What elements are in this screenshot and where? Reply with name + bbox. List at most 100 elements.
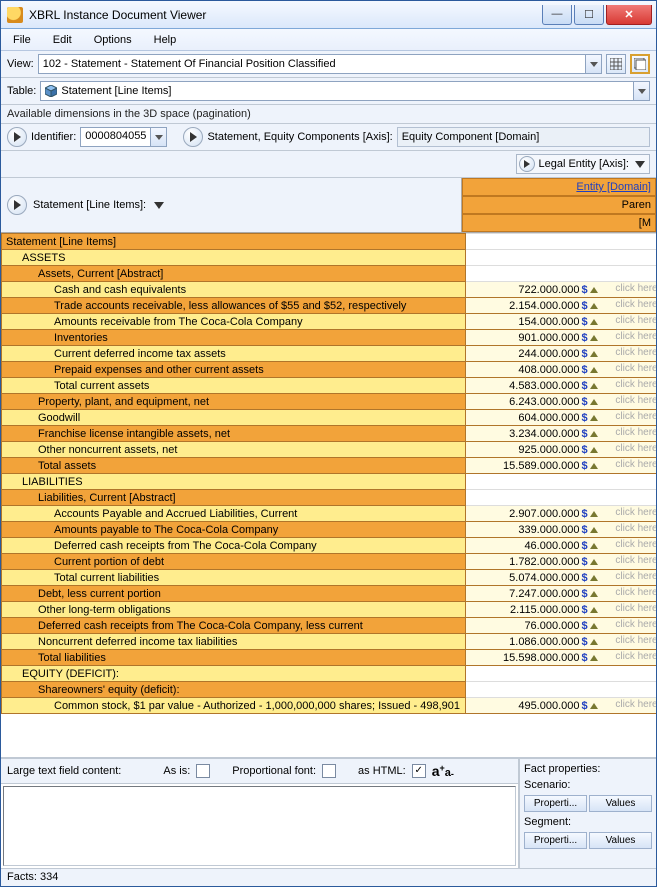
row-label-cell[interactable]: Trade accounts receivable, less allowanc… [2,298,466,314]
entity-domain-header[interactable]: Entity [Domain] [462,178,656,196]
value-cell[interactable]: 1.782.000.000$click here [466,554,656,570]
row-label-cell[interactable]: Total current liabilities [2,570,466,586]
row-label-cell[interactable]: Other noncurrent assets, net [2,442,466,458]
row-label-cell[interactable]: Noncurrent deferred income tax liabiliti… [2,634,466,650]
grid-mode-1-button[interactable] [606,54,626,74]
row-label-cell[interactable]: Inventories [2,330,466,346]
value-cell[interactable]: 76.000.000$click here [466,618,656,634]
as-html-checkbox[interactable] [412,764,426,778]
table-row: Debt, less current portion7.247.000.000$… [2,586,657,602]
font-size-controls[interactable]: a+a- [432,763,454,779]
empty-value-cell [466,490,656,506]
table-select[interactable]: Statement [Line Items] [40,81,650,101]
view-select-value: 102 - Statement - Statement Of Financial… [43,58,585,70]
row-label-cell[interactable]: Prepaid expenses and other current asset… [2,362,466,378]
legal-entity-axis[interactable]: Legal Entity [Axis]: [516,154,651,174]
value-cell[interactable]: 722.000.000$click here [466,282,656,298]
menu-edit[interactable]: Edit [49,32,76,48]
legal-play-button[interactable] [519,156,535,172]
view-toolbar: View: 102 - Statement - Statement Of Fin… [1,51,656,78]
data-grid-scroll[interactable]: Statement [Line Items]ASSETSAssets, Curr… [1,233,656,757]
value-cell[interactable]: 46.000.000$click here [466,538,656,554]
row-label-cell[interactable]: Total liabilities [2,650,466,666]
row-label-cell[interactable]: Property, plant, and equipment, net [2,394,466,410]
maximize-button[interactable]: ☐ [574,5,604,25]
row-label-cell[interactable]: Amounts receivable from The Coca-Cola Co… [2,314,466,330]
table-row: Cash and cash equivalents722.000.000$cli… [2,282,657,298]
value-cell[interactable]: 2.115.000.000$click here [466,602,656,618]
table-row: EQUITY (DEFICIT): [2,666,657,682]
table-row: Assets, Current [Abstract] [2,266,657,282]
value-cell[interactable]: 2.154.000.000$click here [466,298,656,314]
value-cell[interactable]: 495.000.000$click here [466,698,656,714]
segment-values-button[interactable]: Values [589,832,652,849]
collapse-icon [635,161,645,168]
row-label-cell[interactable]: Assets, Current [Abstract] [2,266,466,282]
row-label-cell[interactable]: Current portion of debt [2,554,466,570]
row-label-cell[interactable]: Deferred cash receipts from The Coca-Col… [2,618,466,634]
row-label-cell[interactable]: Amounts payable to The Coca-Cola Company [2,522,466,538]
value-cell[interactable]: 154.000.000$click here [466,314,656,330]
value-cell[interactable]: 925.000.000$click here [466,442,656,458]
legal-entity-row: Legal Entity [Axis]: [1,151,656,178]
equity-play-button[interactable] [183,127,203,147]
proportional-checkbox[interactable] [322,764,336,778]
menu-help[interactable]: Help [150,32,181,48]
identifier-play-button[interactable] [7,127,27,147]
row-label-cell[interactable]: LIABILITIES [2,474,466,490]
statement-play-button[interactable] [7,195,27,215]
row-label-cell[interactable]: ASSETS [2,250,466,266]
status-bar: Facts: 334 [1,868,656,886]
view-select-drop[interactable] [585,55,601,73]
row-label-cell[interactable]: Goodwill [2,410,466,426]
row-label-cell[interactable]: Common stock, $1 par value - Authorized … [2,698,466,714]
view-select[interactable]: 102 - Statement - Statement Of Financial… [38,54,602,74]
table-row: Total liabilities15.598.000.000$click he… [2,650,657,666]
arrow-up-icon [590,527,598,533]
value-cell[interactable]: 604.000.000$click here [466,410,656,426]
row-label-cell[interactable]: Accounts Payable and Accrued Liabilities… [2,506,466,522]
row-label-cell[interactable]: Total assets [2,458,466,474]
table-row: Goodwill604.000.000$click here [2,410,657,426]
identifier-drop[interactable] [150,128,166,146]
value-cell[interactable]: 5.074.000.000$click here [466,570,656,586]
row-label-cell[interactable]: Shareowners' equity (deficit): [2,682,466,698]
table-row: Amounts receivable from The Coca-Cola Co… [2,314,657,330]
row-label-cell[interactable]: Total current assets [2,378,466,394]
table-row: Total current liabilities5.074.000.000$c… [2,570,657,586]
value-cell[interactable]: 7.247.000.000$click here [466,586,656,602]
row-label-cell[interactable]: EQUITY (DEFICIT): [2,666,466,682]
value-cell[interactable]: 15.598.000.000$click here [466,650,656,666]
identifier-select[interactable]: 0000804055 [80,127,167,147]
value-cell[interactable]: 6.243.000.000$click here [466,394,656,410]
value-cell[interactable]: 4.583.000.000$click here [466,378,656,394]
segment-properties-button[interactable]: Properti... [524,832,587,849]
value-cell[interactable]: 339.000.000$click here [466,522,656,538]
value-cell[interactable]: 1.086.000.000$click here [466,634,656,650]
scenario-properties-button[interactable]: Properti... [524,795,587,812]
scenario-values-button[interactable]: Values [589,795,652,812]
value-cell[interactable]: 2.907.000.000$click here [466,506,656,522]
value-cell[interactable]: 408.000.000$click here [466,362,656,378]
value-cell[interactable]: 244.000.000$click here [466,346,656,362]
table-select-drop[interactable] [633,82,649,100]
row-label-cell[interactable]: Liabilities, Current [Abstract] [2,490,466,506]
row-label-cell[interactable]: Franchise license intangible assets, net [2,426,466,442]
table-row: Total assets15.589.000.000$click here [2,458,657,474]
row-label-cell[interactable]: Statement [Line Items] [2,234,466,250]
row-label-cell[interactable]: Current deferred income tax assets [2,346,466,362]
row-label-cell[interactable]: Deferred cash receipts from The Coca-Col… [2,538,466,554]
close-button[interactable]: ✕ [606,5,652,25]
grid-mode-2-button[interactable] [630,54,650,74]
value-cell[interactable]: 3.234.000.000$click here [466,426,656,442]
large-text-area[interactable] [3,786,516,866]
minimize-button[interactable]: — [542,5,572,25]
row-label-cell[interactable]: Cash and cash equivalents [2,282,466,298]
value-cell[interactable]: 901.000.000$click here [466,330,656,346]
row-label-cell[interactable]: Debt, less current portion [2,586,466,602]
menu-options[interactable]: Options [90,32,136,48]
menu-file[interactable]: File [9,32,35,48]
value-cell[interactable]: 15.589.000.000$click here [466,458,656,474]
asis-checkbox[interactable] [196,764,210,778]
row-label-cell[interactable]: Other long-term obligations [2,602,466,618]
